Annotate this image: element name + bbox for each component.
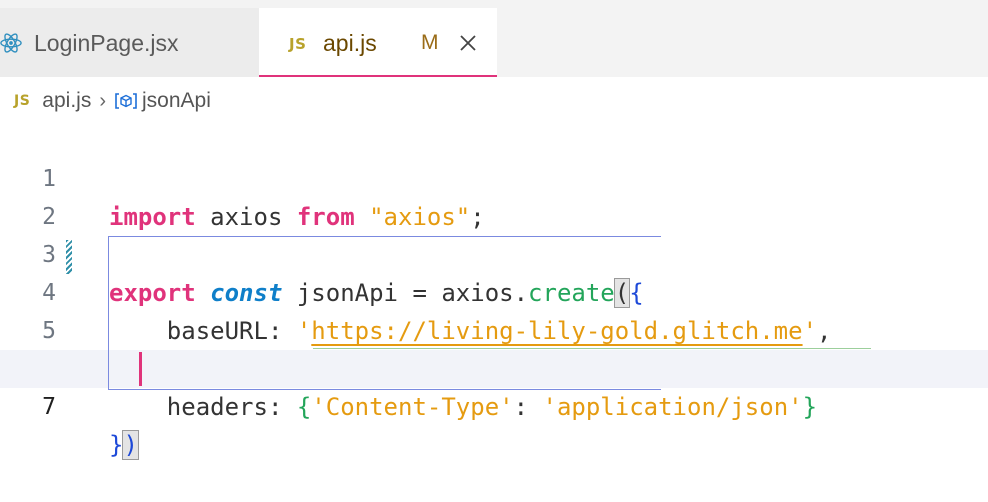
- code-line: 2: [0, 160, 988, 230]
- code-line: 1 import axios from "axios";: [0, 122, 988, 231]
- paren: ): [122, 430, 139, 460]
- code-line-current: 7 }): [0, 350, 988, 460]
- brace: }: [802, 393, 818, 421]
- text-cursor: [139, 352, 142, 386]
- js-file-icon: JS: [289, 35, 307, 53]
- property-key: headers:: [166, 393, 297, 421]
- breadcrumb: JS api.js › jsonApi: [0, 86, 211, 116]
- punctuation: :: [513, 393, 543, 421]
- tab-label: LoginPage.jsx: [34, 30, 179, 56]
- code-content: headers: {'Content-Type': 'application/j…: [109, 388, 817, 426]
- chevron-right-icon: ›: [99, 89, 106, 112]
- tab-label: api.js: [323, 30, 377, 56]
- editor-tab-bar: LoginPage.jsx JS api.js M: [0, 0, 988, 77]
- tab-loginpage-jsx[interactable]: LoginPage.jsx: [0, 8, 259, 77]
- breadcrumb-symbol[interactable]: jsonApi: [142, 89, 211, 113]
- string-literal: 'application/json': [542, 393, 803, 421]
- modified-indicator: M: [421, 31, 439, 54]
- object-bracket-guide: [313, 348, 871, 349]
- code-line: 5 timeOUT: 5000,: [0, 274, 988, 383]
- code-line: 4 baseURL: 'https://living-lily-gold.gli…: [0, 236, 988, 345]
- brace: {: [296, 393, 312, 421]
- code-content: }): [109, 426, 139, 464]
- variable-symbol-icon: [115, 93, 137, 109]
- code-line: 6 headers: {'Content-Type': 'application…: [0, 312, 988, 421]
- breadcrumb-file[interactable]: api.js: [42, 89, 91, 113]
- react-icon: [0, 33, 22, 53]
- code-editor[interactable]: 1 import axios from "axios"; 2 3 export …: [0, 122, 988, 482]
- line-number: 7: [42, 394, 56, 420]
- tab-api-js[interactable]: JS api.js M: [259, 8, 497, 77]
- gutter-modified-marker: [66, 240, 72, 274]
- string-literal: 'Content-Type': [311, 393, 514, 421]
- close-icon[interactable]: [457, 32, 479, 54]
- brace: }: [109, 431, 124, 459]
- code-line: 3 export const jsonApi = axios.create({: [0, 198, 988, 308]
- js-file-icon: JS: [14, 93, 31, 109]
